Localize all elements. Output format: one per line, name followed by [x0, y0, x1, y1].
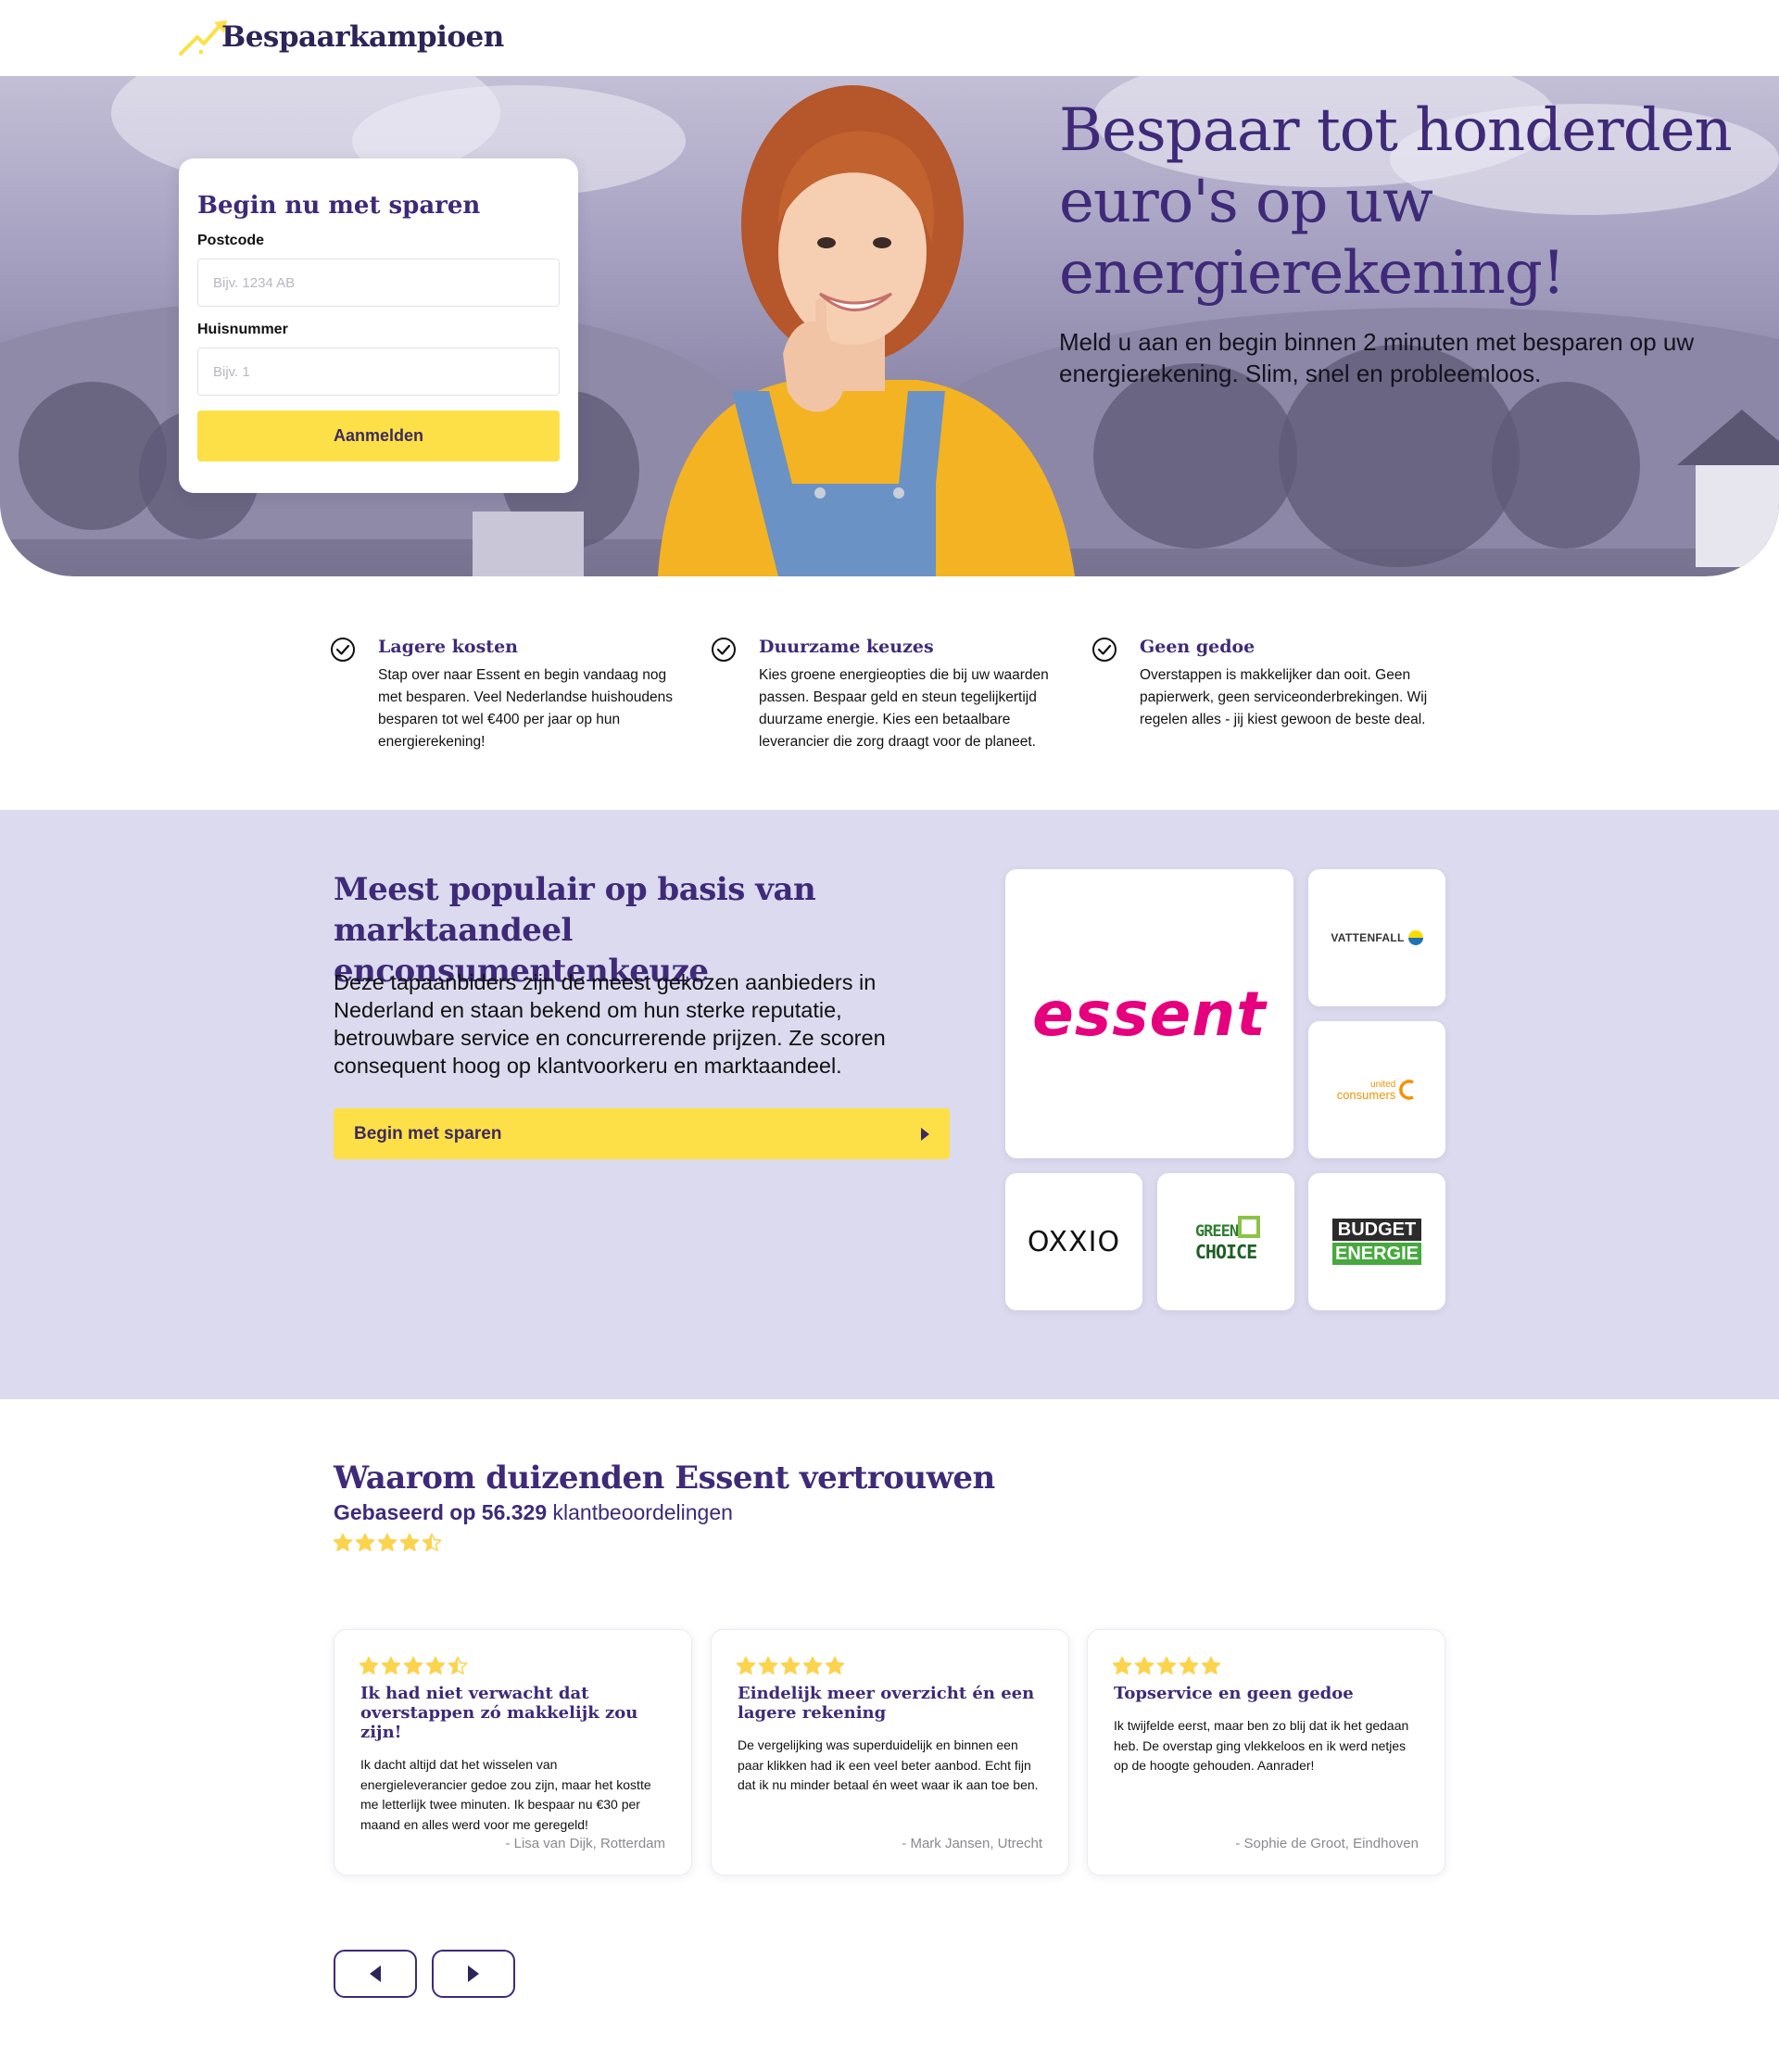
- reviews-title: Waarom duizenden Essent vertrouwen: [334, 1459, 995, 1497]
- vattenfall-logo: VATTENFALL: [1331, 931, 1405, 944]
- feature-text: Kies groene energieopties die bij uw waa…: [759, 667, 1049, 750]
- review-author: - Lisa van Dijk, Rotterdam: [505, 1836, 665, 1851]
- popular-text: Deze tapaanbiders zijn de meest gekozen …: [334, 970, 886, 1078]
- review-text: Ik dacht altijd dat het wisselen van ene…: [360, 1757, 651, 1832]
- review-rating-stars: [1112, 1656, 1419, 1676]
- postcode-label: Postcode: [197, 233, 265, 248]
- star-full-icon: [780, 1656, 801, 1674]
- star-full-icon: [359, 1656, 379, 1674]
- carousel-next-button[interactable]: [432, 1950, 515, 1998]
- feature-title: Lagere kosten: [378, 637, 518, 657]
- provider-vattenfall-tile[interactable]: VATTENFALL: [1308, 869, 1445, 1006]
- star-full-icon: [802, 1656, 823, 1674]
- star-full-icon: [1156, 1656, 1177, 1674]
- star-full-icon: [425, 1656, 446, 1674]
- review-rating-stars: [359, 1656, 665, 1676]
- signup-form-card: Begin nu met sparen Postcode Huisnummer …: [179, 158, 578, 493]
- arrow-left-icon: [370, 1965, 381, 1982]
- vattenfall-sun-icon: [1407, 930, 1423, 945]
- feature-title: Geen gedoe: [1140, 637, 1255, 657]
- brand-name: Bespaarkampioen: [221, 20, 504, 54]
- reviews-summary: Gebaseerd op 56.329 klantbeoordelingen: [334, 1500, 733, 1525]
- review-text: Ik twijfelde eerst, maar ben zo blij dat…: [1114, 1718, 1409, 1773]
- popular-providers-section: Meest populair op basis van marktaandeel…: [0, 810, 1779, 1399]
- huisnummer-label: Huisnummer: [197, 322, 288, 337]
- arrow-right-icon: [468, 1965, 479, 1982]
- postcode-input[interactable]: [197, 259, 560, 307]
- consumers-text: consumers: [1336, 1088, 1396, 1102]
- aanmelden-button[interactable]: Aanmelden: [197, 411, 560, 461]
- star-full-icon: [333, 1533, 353, 1551]
- budget-text: BUDGET: [1331, 1219, 1422, 1241]
- star-full-icon: [403, 1656, 423, 1674]
- star-full-icon: [825, 1656, 845, 1674]
- star-full-icon: [1179, 1656, 1199, 1674]
- star-full-icon: [736, 1656, 756, 1674]
- united-c-icon: [1399, 1080, 1415, 1100]
- review-card: Eindelijk meer overzicht én een lagere r…: [711, 1629, 1069, 1876]
- star-half-icon: [448, 1656, 468, 1674]
- choice-text: CHOICE: [1194, 1241, 1257, 1263]
- star-full-icon: [355, 1533, 375, 1551]
- star-full-icon: [758, 1656, 778, 1674]
- hero-title: Bespaar tot honderden euro's op uw energ…: [1059, 96, 1733, 308]
- hero-subtitle: Meld u aan en begin binnen 2 minuten met…: [1059, 328, 1695, 387]
- reviews-based-suffix: klantbeoordelingen: [552, 1500, 733, 1524]
- carousel-prev-button[interactable]: [334, 1950, 417, 1998]
- begin-met-sparen-button[interactable]: Begin met sparen: [334, 1108, 950, 1159]
- review-author: - Mark Jansen, Utrecht: [902, 1836, 1042, 1851]
- star-full-icon: [381, 1656, 401, 1674]
- provider-budget-energie-tile[interactable]: BUDGET ENERGIE: [1308, 1173, 1445, 1310]
- provider-greenchoice-tile[interactable]: GREEN CHOICE: [1157, 1173, 1294, 1310]
- brand-logo[interactable]: Bespaarkampioen: [179, 17, 504, 57]
- provider-essent-tile[interactable]: essent: [1005, 869, 1293, 1158]
- check-circle-icon: [712, 638, 736, 662]
- review-title: Ik had niet verwacht dat overstappen zó …: [360, 1684, 638, 1742]
- review-card: Topservice en geen gedoe Ik twijfelde ee…: [1087, 1629, 1445, 1876]
- review-title: Topservice en geen gedoe: [1114, 1684, 1354, 1703]
- review-card: Ik had niet verwacht dat overstappen zó …: [334, 1629, 692, 1876]
- review-text: De vergelijking was superduidelijk en bi…: [738, 1737, 1039, 1792]
- button-label: Begin met sparen: [354, 1123, 502, 1143]
- review-title: Eindelijk meer overzicht én een lagere r…: [738, 1684, 1035, 1723]
- provider-united-consumers-tile[interactable]: united consumers: [1308, 1021, 1445, 1158]
- features-row: Lagere kosten Stap over naar Essent en b…: [330, 633, 1451, 763]
- essent-logo: essent: [1032, 978, 1267, 1050]
- feature-text: Overstappen is makkelijker dan ooit. Gee…: [1140, 667, 1428, 727]
- star-full-icon: [1112, 1656, 1132, 1674]
- check-circle-icon: [1092, 638, 1117, 662]
- reviews-count: 56.329: [481, 1500, 548, 1524]
- greenchoice-logo: GREEN CHOICE: [1194, 1216, 1260, 1263]
- review-author: - Sophie de Groot, Eindhoven: [1235, 1836, 1419, 1851]
- star-full-icon: [377, 1533, 397, 1551]
- reviews-based-prefix: Gebaseerd op: [334, 1500, 476, 1524]
- energie-text: ENERGIE: [1331, 1243, 1422, 1265]
- budget-energie-logo: BUDGET ENERGIE: [1331, 1219, 1422, 1265]
- review-rating-stars: [736, 1656, 1042, 1676]
- star-half-icon: [422, 1533, 442, 1551]
- star-full-icon: [399, 1533, 420, 1551]
- united-consumers-logo: united consumers: [1337, 1079, 1418, 1101]
- star-full-icon: [1201, 1656, 1221, 1674]
- greenchoice-square-icon: [1237, 1216, 1260, 1238]
- smiling-woman-image: [658, 85, 1075, 576]
- provider-oxxio-tile[interactable]: OXXIO: [1005, 1173, 1142, 1310]
- site-header: Bespaarkampioen: [0, 0, 1779, 76]
- signup-title: Begin nu met sparen: [197, 192, 481, 220]
- check-circle-icon: [331, 638, 355, 662]
- feature-text: Stap over naar Essent en begin vandaag n…: [378, 667, 673, 750]
- oxxio-logo: OXXIO: [1027, 1225, 1121, 1258]
- feature-title: Duurzame keuzes: [759, 637, 934, 657]
- huisnummer-input[interactable]: [197, 347, 560, 396]
- play-arrow-icon: [921, 1127, 929, 1141]
- overall-rating-stars: [333, 1533, 442, 1553]
- star-full-icon: [1134, 1656, 1154, 1674]
- hero-section: Begin nu met sparen Postcode Huisnummer …: [0, 76, 1779, 576]
